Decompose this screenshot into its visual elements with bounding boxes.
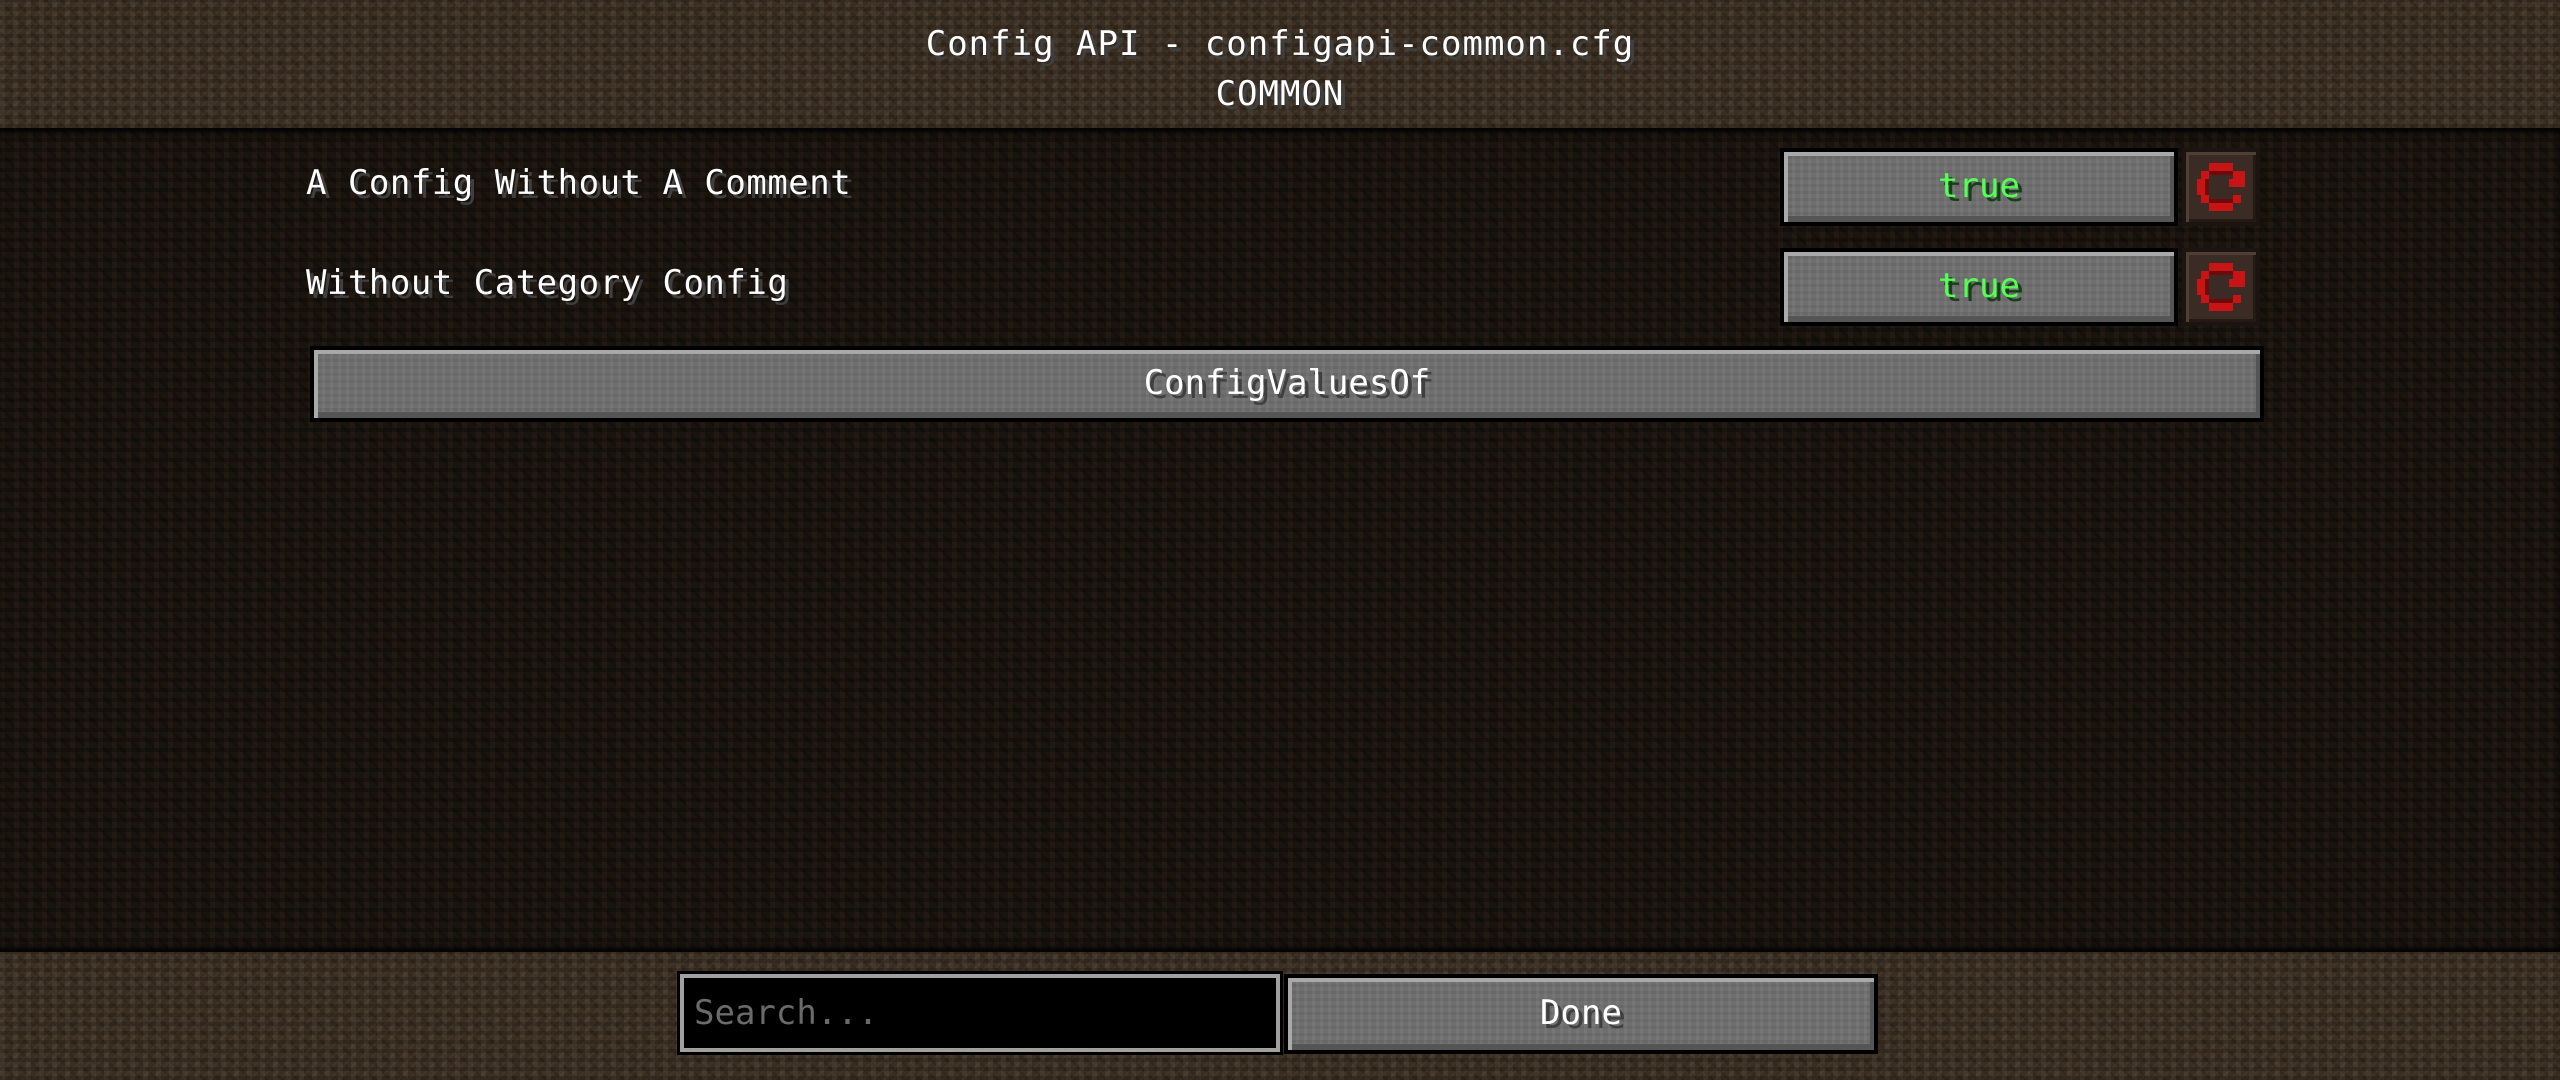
- done-button-label: Done: [1540, 993, 1622, 1034]
- search-input[interactable]: [677, 971, 1283, 1055]
- category-button-label: ConfigValuesOf: [1143, 363, 1431, 404]
- reset-button[interactable]: [2182, 248, 2260, 326]
- reset-arrow-icon: [2197, 163, 2245, 211]
- footer-background: [0, 952, 2560, 1080]
- done-button[interactable]: Done: [1284, 974, 1878, 1054]
- category-configvaluesof-button[interactable]: ConfigValuesOf: [310, 346, 2264, 422]
- config-entry-label: Without Category Config: [306, 263, 789, 303]
- reset-button[interactable]: [2182, 148, 2260, 226]
- category-subtitle: COMMON: [1215, 74, 1345, 114]
- config-toggle-button[interactable]: true: [1780, 148, 2178, 226]
- reset-arrow-icon: [2197, 263, 2245, 311]
- toggle-value: true: [1938, 266, 2020, 307]
- screen-title: Config API - configapi-common.cfg: [925, 24, 1635, 64]
- config-toggle-button[interactable]: true: [1780, 248, 2178, 326]
- toggle-value: true: [1938, 166, 2020, 207]
- config-entry-label: A Config Without A Comment: [306, 163, 852, 203]
